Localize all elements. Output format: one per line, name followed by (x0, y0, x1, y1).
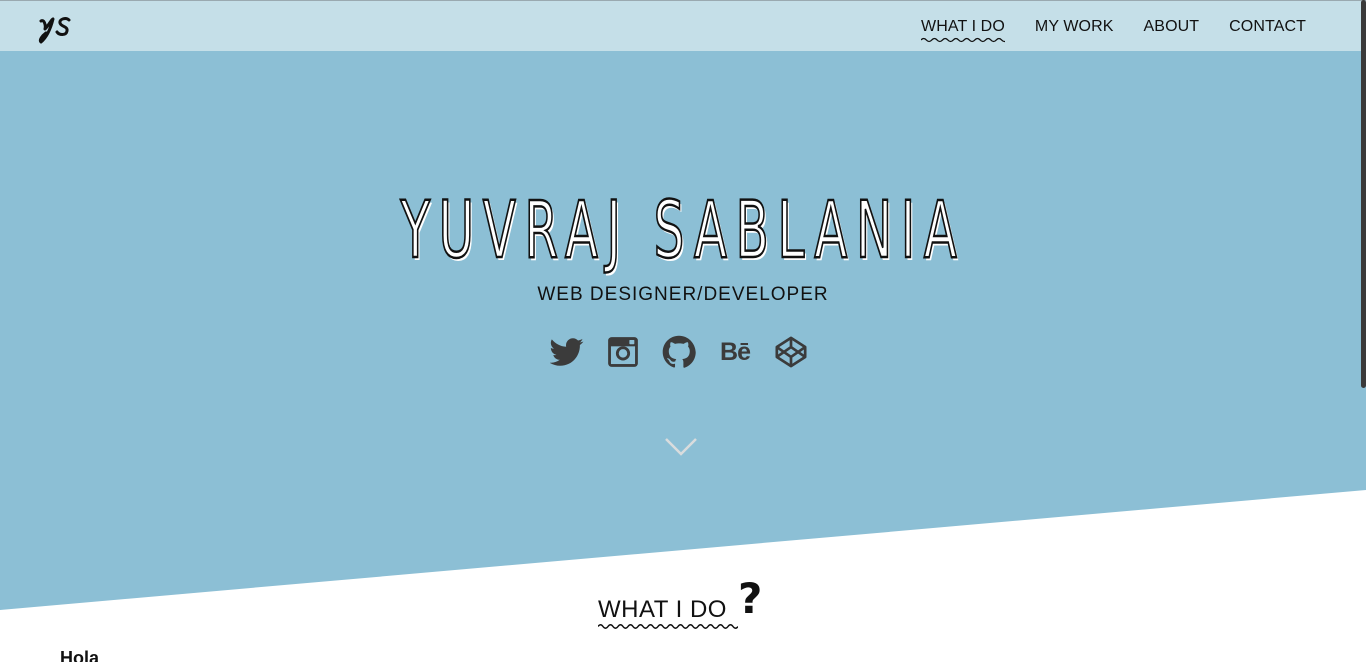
hero-background (0, 0, 1366, 610)
nav-link-label: WHAT I DO (921, 17, 1005, 35)
nav-link-label: ABOUT (1143, 17, 1200, 35)
page-scrollbar[interactable] (1361, 0, 1366, 662)
twitter-link[interactable] (549, 334, 585, 370)
nav-link-contact[interactable]: CONTACT (1229, 18, 1306, 36)
scrollbar-thumb[interactable] (1361, 0, 1366, 388)
social-links: Bē (549, 334, 829, 370)
section-title: WHAT I DO (598, 596, 738, 629)
codepen-icon (775, 336, 807, 368)
twitter-icon (550, 338, 584, 366)
github-icon (662, 335, 696, 368)
intro-text: Hola (60, 648, 100, 662)
instagram-link[interactable] (605, 334, 641, 370)
nav-link-my-work[interactable]: MY WORK (1035, 18, 1114, 36)
scroll-down-button[interactable] (664, 436, 698, 458)
nav-link-what-i-do[interactable]: WHAT I DO (921, 17, 1005, 42)
logo[interactable] (38, 11, 74, 45)
hero-subtitle: WEB DESIGNER/DEVELOPER (537, 284, 829, 305)
chevron-down-icon (665, 438, 697, 456)
nav-link-about[interactable]: ABOUT (1144, 18, 1200, 36)
codepen-link[interactable] (773, 334, 809, 370)
hero-title: YUVRAJ SABLANIA (400, 185, 966, 278)
nav-links: WHAT I DO MY WORK ABOUT CONTACT (891, 1, 1306, 52)
section-question-mark: ? (738, 574, 763, 623)
logo-icon (38, 17, 71, 44)
nav-link-label: CONTACT (1229, 17, 1306, 35)
active-underline-squiggle (921, 37, 1005, 42)
behance-link[interactable]: Bē (717, 334, 753, 370)
instagram-icon (608, 337, 638, 367)
behance-icon: Bē (720, 337, 751, 366)
top-navbar: WHAT I DO MY WORK ABOUT CONTACT (0, 0, 1366, 51)
github-link[interactable] (661, 334, 697, 370)
nav-link-label: MY WORK (1034, 17, 1114, 35)
section-title-text: WHAT I DO (598, 596, 727, 623)
section-title-squiggle (598, 624, 738, 629)
